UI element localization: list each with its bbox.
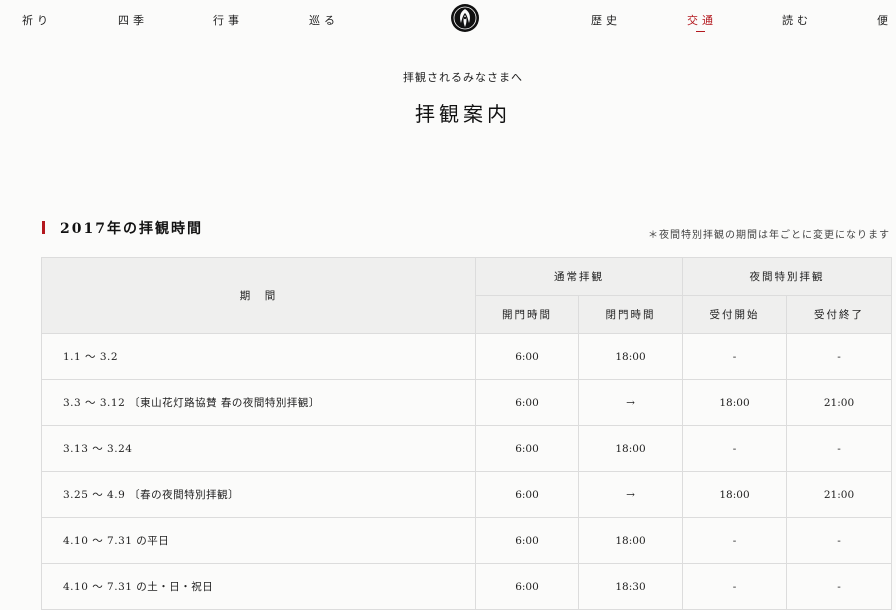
cell-end: - (786, 333, 892, 380)
header-normal-visit: 通常拝観 (475, 257, 683, 296)
cell-period: 3.13 ～ 3.24 (41, 425, 476, 472)
cell-start: 18:00 (682, 379, 787, 426)
hours-table-container: 期 間 通常拝観 夜間特別拝観 開門時間 閉門時間 受付開始 受付終了 1.1 … (41, 257, 892, 610)
header-period: 期 間 (41, 257, 476, 334)
cell-open: 6:00 (475, 379, 579, 426)
nav-item-meguru[interactable]: 巡る (309, 12, 339, 28)
nav-item-ben[interactable]: 便 (877, 12, 892, 28)
nav-item-yomu[interactable]: 読む (782, 12, 812, 28)
cell-period: 3.25 ～ 4.9 〔春の夜間特別拝観〕 (41, 471, 476, 518)
table-row: 3.13 ～ 3.24 6:00 18:00 - - (41, 425, 892, 472)
cell-open: 6:00 (475, 517, 579, 564)
table-row: 4.10 ～ 7.31 の平日 6:00 18:00 - - (41, 517, 892, 564)
top-navigation: 祈り 四季 行事 巡る 歴史 交通 読む 便 (0, 0, 896, 44)
cell-close: 18:00 (578, 517, 683, 564)
section-note: ＊夜間特別拝観の期間は年ごとに変更になります (648, 230, 890, 241)
nav-item-shiki[interactable]: 四季 (118, 12, 148, 28)
cell-start: - (682, 425, 787, 472)
hours-table: 期 間 通常拝観 夜間特別拝観 開門時間 閉門時間 受付開始 受付終了 1.1 … (41, 257, 892, 610)
cell-close: 18:00 (578, 333, 683, 380)
nav-item-kotsu[interactable]: 交通 (687, 12, 717, 32)
active-indicator (696, 31, 705, 32)
nav-item-rekishi[interactable]: 歴史 (591, 12, 621, 28)
nav-item-gyoji[interactable]: 行事 (213, 12, 243, 28)
cell-open: 6:00 (475, 471, 579, 518)
page-title: 拝観案内 (415, 102, 511, 126)
nav-item-kotsu-label: 交通 (687, 14, 717, 27)
cell-period: 1.1 ～ 3.2 (41, 333, 476, 380)
cell-open: 6:00 (475, 333, 579, 380)
cell-end: - (786, 425, 892, 472)
header-close-time: 閉門時間 (578, 295, 683, 334)
header-open-time: 開門時間 (475, 295, 579, 334)
cell-start: 18:00 (682, 471, 787, 518)
header-reception-start: 受付開始 (682, 295, 787, 334)
cell-close: → (578, 379, 683, 426)
section-title: 2017年の拝観時間 (60, 221, 203, 237)
section-accent-bar (42, 221, 45, 234)
cell-period: 4.10 ～ 7.31 の平日 (41, 517, 476, 564)
cell-start: - (682, 517, 787, 564)
cell-end: 21:00 (786, 379, 892, 426)
header-night-visit: 夜間特別拝観 (682, 257, 892, 296)
header-reception-end: 受付終了 (786, 295, 892, 334)
cell-open: 6:00 (475, 425, 579, 472)
cell-start: - (682, 333, 787, 380)
nav-item-inori[interactable]: 祈り (22, 12, 52, 28)
cell-end: 21:00 (786, 471, 892, 518)
table-row: 3.3 ～ 3.12 〔東山花灯路協賛 春の夜間特別拝観〕 6:00 → 18:… (41, 379, 892, 426)
table-row: 1.1 ～ 3.2 6:00 18:00 - - (41, 333, 892, 380)
cell-end: - (786, 517, 892, 564)
cell-close: → (578, 471, 683, 518)
cell-period: 3.3 ～ 3.12 〔東山花灯路協賛 春の夜間特別拝観〕 (41, 379, 476, 426)
table-row: 3.25 ～ 4.9 〔春の夜間特別拝観〕 6:00 → 18:00 21:00 (41, 471, 892, 518)
page-subtitle: 拝観されるみなさまへ (403, 71, 523, 84)
cell-close: 18:00 (578, 425, 683, 472)
temple-crest-icon[interactable] (451, 4, 479, 32)
